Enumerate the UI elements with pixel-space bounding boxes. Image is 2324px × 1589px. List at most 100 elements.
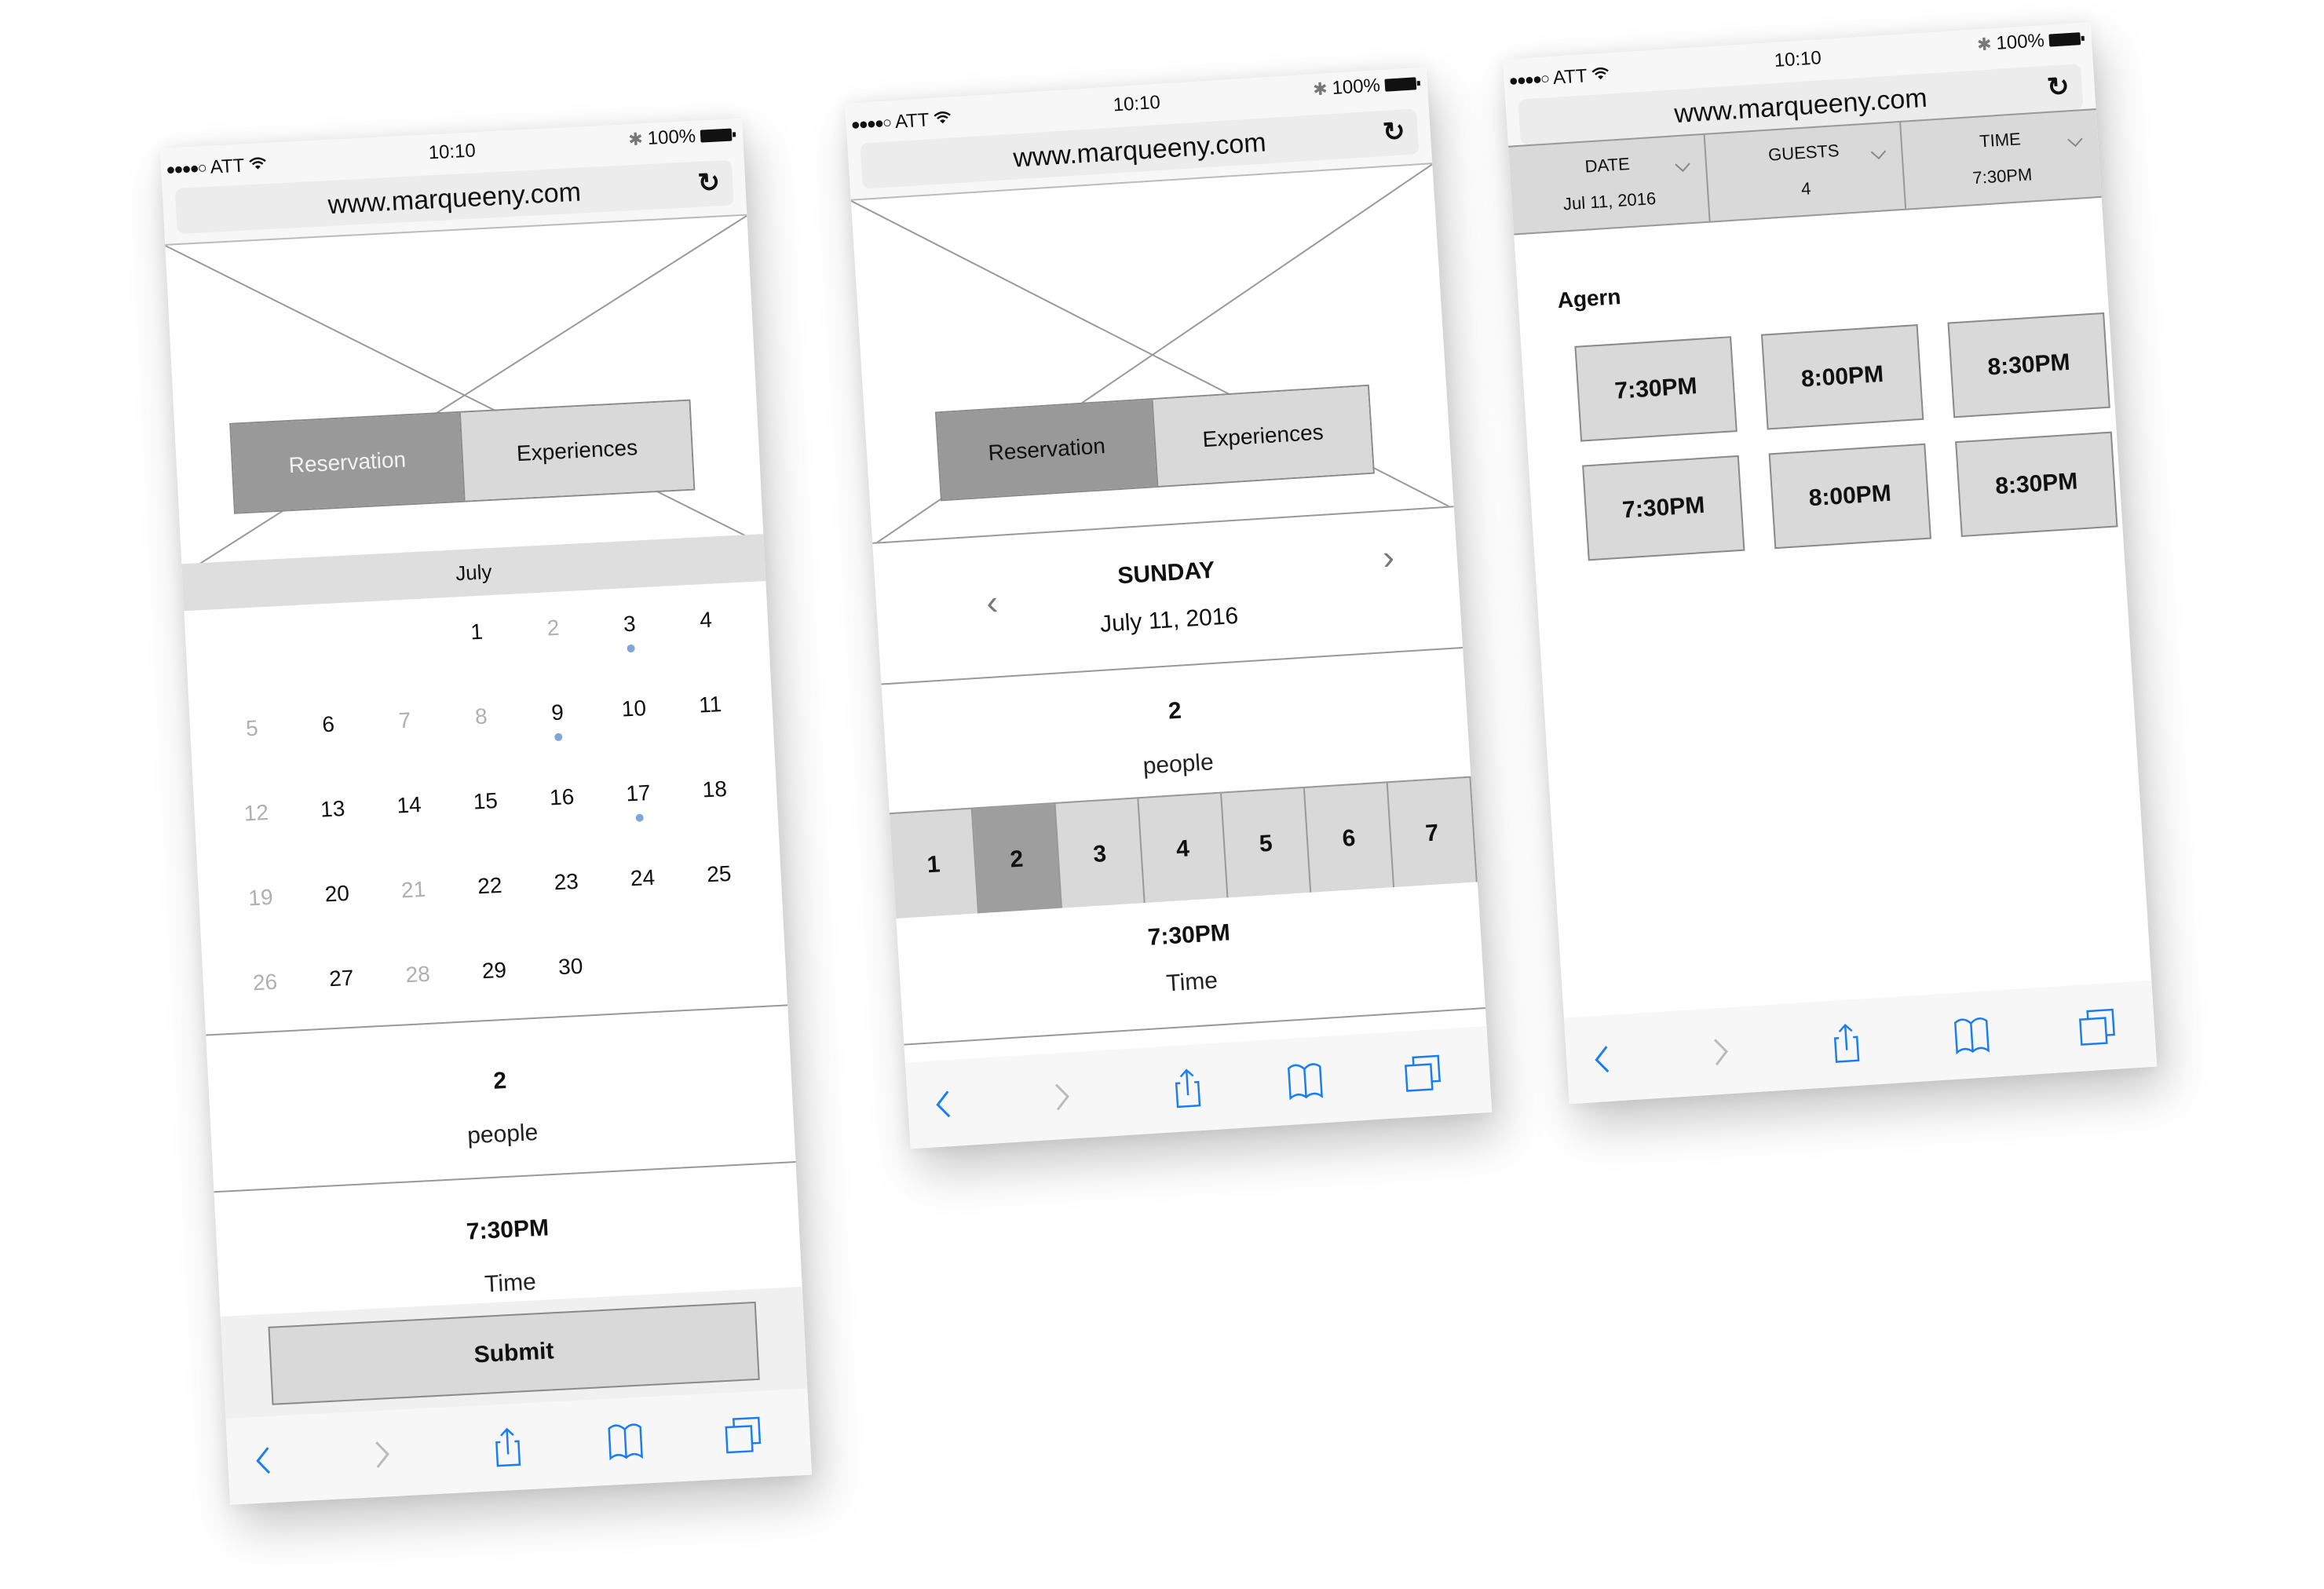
reload-icon[interactable]: ↻ <box>2046 71 2070 104</box>
day-number: 3 <box>623 611 637 637</box>
calendar-day[interactable]: 16 <box>522 767 603 856</box>
bluetooth-icon: ✱ <box>627 129 644 150</box>
chevron-down-icon <box>2067 137 2083 148</box>
calendar-day: 5 <box>212 699 293 787</box>
time-slot-button[interactable]: 8:30PM <box>1947 312 2110 418</box>
forward-icon[interactable] <box>1040 1073 1084 1118</box>
back-icon[interactable] <box>243 1437 287 1482</box>
people-value: 2 <box>1167 697 1182 725</box>
day-number: 23 <box>553 868 579 895</box>
calendar-day[interactable]: 24 <box>603 848 684 937</box>
guest-option[interactable]: 1 <box>889 809 980 920</box>
day-number: 13 <box>320 796 346 822</box>
availability-dot-icon <box>554 732 563 742</box>
share-icon[interactable] <box>1165 1065 1210 1110</box>
day-number: 17 <box>625 780 652 806</box>
phone-day-guests-screen: ●●●●○ ATT 10:10 ✱ 100% www.marqueeny.com… <box>845 67 1493 1149</box>
day-number: 12 <box>243 800 269 826</box>
tabs-icon[interactable] <box>2074 1005 2119 1050</box>
share-icon[interactable] <box>485 1425 530 1470</box>
calendar-blank <box>208 614 289 703</box>
day-number: 30 <box>557 953 584 980</box>
calendar-day[interactable]: 6 <box>289 694 370 783</box>
venue-name: Agern <box>1556 284 1622 313</box>
day-number: 1 <box>470 619 484 645</box>
tabs-icon[interactable] <box>721 1413 766 1458</box>
bookmarks-icon[interactable] <box>603 1419 648 1463</box>
calendar-day[interactable]: 30 <box>531 937 612 1025</box>
date-filter[interactable]: DATE Jul 11, 2016 <box>1508 134 1711 234</box>
tab-reservation[interactable]: Reservation <box>231 412 464 513</box>
time-slot-button[interactable]: 8:00PM <box>1768 443 1931 550</box>
calendar-day[interactable]: 22 <box>450 856 531 944</box>
share-icon[interactable] <box>1824 1021 1869 1065</box>
guest-option[interactable]: 2 <box>972 803 1063 915</box>
calendar-day[interactable]: 14 <box>370 775 451 864</box>
bookmarks-icon[interactable] <box>1283 1058 1328 1103</box>
guest-option[interactable]: 7 <box>1387 777 1478 889</box>
calendar-day[interactable]: 17 <box>598 763 679 852</box>
time-slot-button[interactable]: 7:30PM <box>1574 336 1738 442</box>
prev-day-icon[interactable]: ‹ <box>985 583 999 623</box>
calendar-day[interactable]: 27 <box>301 948 382 1037</box>
time-slot-button[interactable]: 8:00PM <box>1760 324 1924 430</box>
hero-image-placeholder: Reservation Experiences <box>165 214 765 575</box>
time-slot-grid: 7:30PM 8:00PM 8:30PM 7:30PM 8:00PM 8:30PM <box>1574 312 2118 561</box>
time-slot-button[interactable]: 8:30PM <box>1955 431 2118 538</box>
calendar-day[interactable]: 15 <box>446 771 527 860</box>
calendar-day[interactable]: 20 <box>298 864 378 952</box>
guest-option[interactable]: 5 <box>1222 787 1312 900</box>
time-filter[interactable]: TIME 7:30PM <box>1901 110 2101 209</box>
calendar-day[interactable]: 4 <box>667 590 747 679</box>
calendar-day[interactable]: 10 <box>594 678 675 767</box>
battery-icon <box>1384 77 1417 92</box>
submit-button[interactable]: Submit <box>268 1301 760 1405</box>
time-slot-button[interactable]: 7:30PM <box>1582 455 1745 561</box>
bookmarks-icon[interactable] <box>1949 1013 1994 1058</box>
calendar-day[interactable]: 29 <box>455 941 535 1029</box>
day-number: 22 <box>477 872 503 899</box>
calendar-day[interactable]: 25 <box>679 844 760 933</box>
tab-experiences[interactable]: Experiences <box>1151 385 1373 487</box>
calendar-day[interactable]: 3 <box>590 594 671 683</box>
forward-icon[interactable] <box>1698 1028 1743 1073</box>
day-number: 7 <box>397 707 412 733</box>
people-value: 2 <box>492 1067 507 1094</box>
time-value: 7:30PM <box>466 1215 550 1245</box>
reload-icon[interactable]: ↻ <box>1382 115 1406 148</box>
guest-option[interactable]: 4 <box>1138 793 1229 904</box>
calendar-day[interactable]: 23 <box>527 852 608 941</box>
forward-icon[interactable] <box>360 1431 405 1476</box>
calendar-day[interactable]: 11 <box>671 674 751 763</box>
day-number: 15 <box>472 787 499 814</box>
tab-reservation[interactable]: Reservation <box>936 400 1157 500</box>
back-icon[interactable] <box>1581 1036 1626 1081</box>
calendar-day[interactable]: 13 <box>293 779 374 868</box>
calendar-day[interactable]: 1 <box>437 602 518 691</box>
guest-option[interactable]: 3 <box>1055 798 1146 910</box>
calendar-day: 12 <box>217 783 298 871</box>
next-day-icon[interactable]: › <box>1381 538 1395 578</box>
day-number: 16 <box>549 784 575 810</box>
people-selector[interactable]: 2 people <box>206 1004 796 1192</box>
calendar-day: 2 <box>513 598 594 687</box>
day-number: 6 <box>321 711 335 737</box>
reload-icon[interactable]: ↻ <box>697 166 722 199</box>
phone-calendar-screen: ●●●●○ ATT 10:10 ✱ 100% www.marqueeny.com… <box>160 118 813 1505</box>
day-number: 9 <box>550 700 565 725</box>
back-icon[interactable] <box>923 1081 967 1126</box>
filter-value: Jul 11, 2016 <box>1562 188 1657 214</box>
tab-experiences[interactable]: Experiences <box>459 400 694 501</box>
phone-time-slots-screen: ●●●●○ ATT 10:10 ✱ 100% www.marqueeny.com… <box>1503 22 2158 1105</box>
bluetooth-icon: ✱ <box>1976 34 1993 55</box>
battery-icon <box>700 128 733 143</box>
calendar-grid: 1 2 3 4 5 6 7 8 9 10 11 12 13 14 15 16 17 18 19 20 21 22 23 24 2… <box>185 589 788 1042</box>
calendar-day[interactable]: 9 <box>518 682 599 771</box>
availability-dot-icon <box>627 644 635 653</box>
calendar-day: 8 <box>441 686 522 775</box>
calendar-blank <box>360 606 441 695</box>
calendar-day[interactable]: 18 <box>675 759 756 848</box>
tabs-icon[interactable] <box>1400 1051 1445 1096</box>
guests-filter[interactable]: GUESTS 4 <box>1705 122 1907 221</box>
guest-option[interactable]: 6 <box>1304 783 1395 894</box>
